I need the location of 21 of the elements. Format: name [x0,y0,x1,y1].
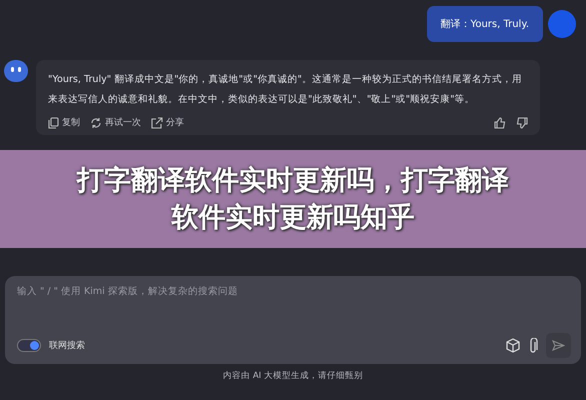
toggle-switch[interactable] [17,339,41,352]
retry-button[interactable]: 再试一次 [90,116,141,129]
thumbs-up-icon[interactable] [494,116,506,128]
copy-icon [48,116,59,128]
avatar [548,10,576,38]
send-button[interactable] [546,333,571,358]
thumbs-down-icon[interactable] [516,116,528,128]
disclaimer: 内容由 AI 大模型生成，请仔细甄别 [222,370,364,382]
cube-icon[interactable] [506,338,520,353]
banner-title: 打字翻译软件实时更新吗，打字翻译软件实时更新吗知乎 [75,164,510,235]
copy-button[interactable]: 复制 [48,116,80,129]
send-icon [552,340,565,351]
paperclip-icon[interactable] [528,338,538,354]
user-message: 翻译：Yours, Truly. [426,6,543,42]
share-button[interactable]: 分享 [151,116,184,129]
toggle-label: 联网搜索 [49,340,85,352]
share-icon [151,116,163,128]
input-field[interactable]: 输入 " / " 使用 Kimi 探索版，解决复杂的搜索问题 [17,286,571,297]
bot-message: "Yours, Truly" 翻译成中文是"你的，真诚地"或"你真诚的"。这通常是一种较为正式的书信结尾署名方式，用来表达写信人的诚意和礼貌。在中文中，类似的表达可以是"此致敬礼"、"敬上"或"顺祝安康"等。 [48,73,523,107]
bot-avatar [4,60,28,82]
refresh-icon [90,116,102,128]
